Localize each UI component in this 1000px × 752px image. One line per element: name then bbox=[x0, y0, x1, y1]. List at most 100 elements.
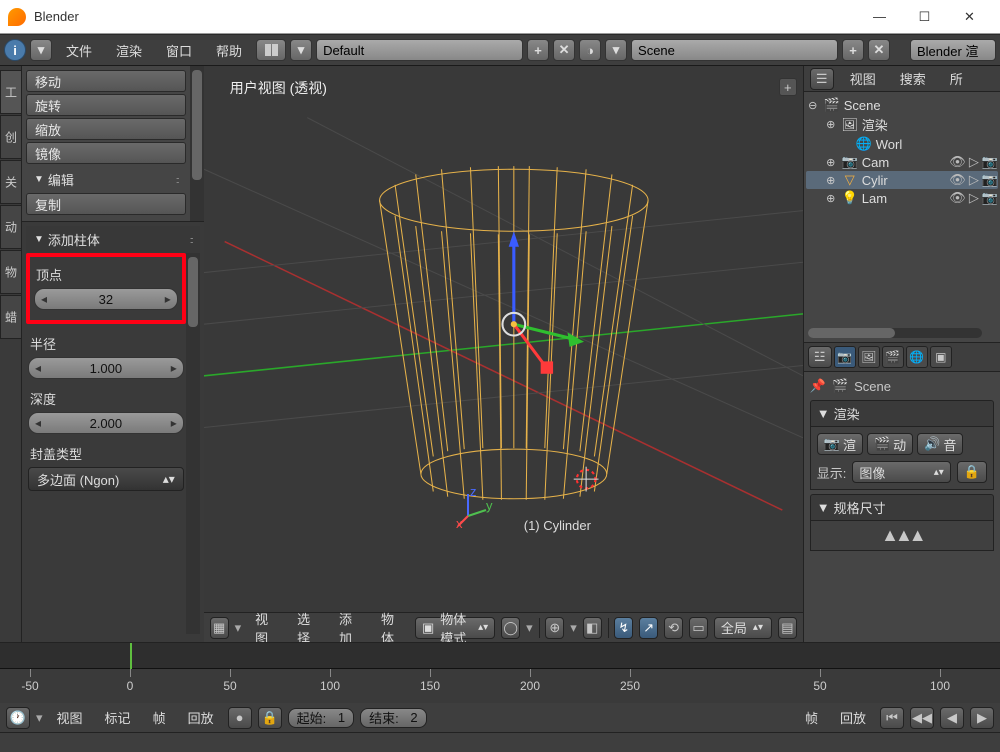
pivot-align-icon[interactable]: ◧ bbox=[583, 617, 602, 639]
screen-layout-dropdown-icon[interactable]: ▾ bbox=[290, 39, 312, 61]
decrement-icon[interactable]: ◂ bbox=[41, 292, 47, 306]
render-image-button[interactable]: 📷渲 bbox=[817, 433, 863, 455]
timeline-strip[interactable] bbox=[0, 643, 1000, 669]
outliner-camera-row[interactable]: ⊕ 📷 Cam 👁▷📷 bbox=[806, 153, 998, 171]
outliner[interactable]: ⊖ 🎬 Scene ⊕ 🖼 渲染 ⊕ 🌐 Worl ⊕ 📷 Ca bbox=[804, 92, 1000, 342]
tool-rotate-button[interactable]: 旋转 bbox=[26, 94, 186, 116]
expand-icon[interactable]: ⊖ bbox=[806, 99, 820, 112]
tool-mirror-button[interactable]: 镜像 bbox=[26, 142, 186, 164]
properties-tab-renderlayers[interactable]: 🖼 bbox=[858, 346, 880, 368]
display-mode-select[interactable]: 图像▴▾ bbox=[852, 461, 950, 483]
outliner-renderlayers-row[interactable]: ⊕ 🖼 渲染 bbox=[806, 114, 998, 135]
toolshelf-scrollbar[interactable] bbox=[190, 66, 204, 221]
editor-type-icon[interactable]: ▦ bbox=[210, 617, 229, 639]
render-anim-button[interactable]: 🎬动 bbox=[867, 433, 913, 455]
render-icon[interactable]: 📷 bbox=[982, 190, 998, 206]
orientation-select[interactable]: 全局 ▴▾ bbox=[714, 617, 772, 639]
timeline-editor-icon[interactable]: 🕐 bbox=[6, 707, 30, 729]
scene-browse-icon[interactable]: ◑ bbox=[579, 39, 601, 61]
toolshelf-tab-relations[interactable]: 关 bbox=[0, 160, 22, 204]
outliner-world-row[interactable]: ⊕ 🌐 Worl bbox=[806, 135, 998, 153]
end-frame-field[interactable]: 结束: 2 bbox=[360, 708, 426, 728]
mode-select[interactable]: ▣ 物体模式 ▴▾ bbox=[415, 617, 495, 639]
render-icon[interactable]: 📷 bbox=[982, 154, 998, 170]
shading-wireframe-icon[interactable]: ◯ bbox=[501, 617, 520, 639]
timeline-playback-label[interactable]: 回放 bbox=[832, 705, 874, 730]
cursor-icon[interactable]: ▷ bbox=[969, 190, 979, 206]
increment-icon[interactable]: ▸ bbox=[165, 292, 171, 306]
radius-field[interactable]: ◂ 1.000 ▸ bbox=[28, 357, 184, 379]
play-reverse-button[interactable]: ◀ bbox=[940, 707, 964, 729]
screen-layout-browse-icon[interactable] bbox=[256, 39, 286, 61]
timeline-frame-menu[interactable]: 帧 bbox=[145, 705, 174, 730]
outliner-scene-row[interactable]: ⊖ 🎬 Scene bbox=[806, 96, 998, 114]
manipulator-scale-icon[interactable]: ▭ bbox=[689, 617, 708, 639]
outliner-lamp-row[interactable]: ⊕ 💡 Lam 👁▷📷 bbox=[806, 189, 998, 207]
menu-help[interactable]: 帮助 bbox=[206, 37, 252, 64]
render-icon[interactable]: 📷 bbox=[982, 172, 998, 188]
render-engine-field[interactable]: Blender 渲 bbox=[910, 39, 996, 61]
screen-layout-field[interactable]: Default bbox=[316, 39, 523, 61]
properties-tab-world[interactable]: 🌐 bbox=[906, 346, 928, 368]
menu-file[interactable]: 文件 bbox=[56, 37, 102, 64]
timeline-marker-menu[interactable]: 标记 bbox=[97, 705, 139, 730]
presets-icon[interactable]: ▲▲▲ bbox=[881, 525, 922, 546]
expand-icon[interactable]: ⊕ bbox=[824, 118, 838, 131]
manipulator-toggle-icon[interactable]: ↯ bbox=[614, 617, 633, 639]
manipulator-rotate-icon[interactable]: ⟲ bbox=[664, 617, 683, 639]
outliner-filter-menu[interactable]: 所 bbox=[942, 66, 971, 91]
expand-icon[interactable]: ⊕ bbox=[824, 156, 838, 169]
properties-tab-scene[interactable]: 🎬 bbox=[882, 346, 904, 368]
toolshelf-tab-create[interactable]: 创 bbox=[0, 115, 22, 159]
manipulator-translate-icon[interactable]: ↗ bbox=[639, 617, 658, 639]
eye-icon[interactable]: 👁 bbox=[949, 190, 966, 206]
outliner-view-menu[interactable]: 视图 bbox=[842, 66, 884, 91]
dimensions-panel-header[interactable]: ▼ 规格尺寸 bbox=[810, 494, 994, 521]
lock-interface-button[interactable]: 🔒 bbox=[957, 461, 987, 483]
tool-duplicate-button[interactable]: 复制 bbox=[26, 193, 186, 215]
menu-render[interactable]: 渲染 bbox=[106, 37, 152, 64]
capfill-select[interactable]: 多边面 (Ngon) ▴▾ bbox=[28, 467, 184, 491]
properties-tab-render[interactable]: 📷 bbox=[834, 346, 856, 368]
eye-icon[interactable]: 👁 bbox=[949, 154, 966, 170]
timeline-view-menu[interactable]: 视图 bbox=[49, 705, 91, 730]
toolshelf-tab-greasepencil[interactable]: 蜡 bbox=[0, 295, 22, 339]
shading-dropdown-icon[interactable]: ▾ bbox=[526, 620, 533, 636]
toolshelf-tab-physics[interactable]: 物 bbox=[0, 250, 22, 294]
pivot-icon[interactable]: ⊕ bbox=[545, 617, 564, 639]
toolshelf-tab-tools[interactable]: 工 bbox=[0, 70, 22, 114]
outliner-hscrollbar[interactable] bbox=[808, 328, 982, 338]
scene-name-field[interactable]: Scene bbox=[631, 39, 838, 61]
cursor-icon[interactable]: ▷ bbox=[969, 172, 979, 188]
info-editor-icon[interactable]: i bbox=[4, 39, 26, 61]
vertices-field[interactable]: ◂ 32 ▸ bbox=[34, 288, 178, 310]
play-button[interactable]: ▶ bbox=[970, 707, 994, 729]
prev-keyframe-button[interactable]: ◀◀ bbox=[910, 707, 934, 729]
lock-range-button[interactable]: 🔒 bbox=[258, 707, 282, 729]
timeline-ruler[interactable]: -50 0 50 100 150 200 250 50 100 bbox=[0, 669, 1000, 703]
operator-panel-header[interactable]: ▼ 添加柱体 :::: bbox=[26, 226, 200, 253]
window-close-button[interactable]: ✕ bbox=[947, 2, 992, 32]
menu-window[interactable]: 窗口 bbox=[156, 37, 202, 64]
cursor-icon[interactable]: ▷ bbox=[969, 154, 979, 170]
increment-icon[interactable]: ▸ bbox=[171, 416, 177, 430]
3d-viewport[interactable]: 用户视图 (透视) + (1) Cylinder z y x bbox=[204, 66, 803, 612]
expand-icon[interactable]: ⊕ bbox=[824, 174, 838, 187]
start-frame-field[interactable]: 起始: 1 bbox=[288, 708, 354, 728]
outliner-search-menu[interactable]: 搜索 bbox=[892, 66, 934, 91]
depth-field[interactable]: ◂ 2.000 ▸ bbox=[28, 412, 184, 434]
render-audio-button[interactable]: 🔊音 bbox=[917, 433, 963, 455]
render-panel-header[interactable]: ▼ 渲染 bbox=[810, 400, 994, 427]
autokey-button[interactable]: ● bbox=[228, 707, 252, 729]
increment-icon[interactable]: ▸ bbox=[171, 361, 177, 375]
viewport-expand-button[interactable]: + bbox=[779, 78, 797, 96]
properties-editor-icon[interactable]: ☳ bbox=[808, 346, 832, 368]
timeline-playback-menu[interactable]: 回放 bbox=[180, 705, 222, 730]
screen-layout-add-button[interactable]: + bbox=[527, 39, 549, 61]
window-maximize-button[interactable]: ☐ bbox=[902, 2, 947, 32]
operator-scrollbar[interactable] bbox=[186, 253, 200, 634]
timeline[interactable]: -50 0 50 100 150 200 250 50 100 bbox=[0, 642, 1000, 702]
window-minimize-button[interactable]: — bbox=[857, 2, 902, 32]
screen-layout-delete-button[interactable]: ✕ bbox=[553, 39, 575, 61]
expand-icon[interactable]: ⊕ bbox=[824, 192, 838, 205]
